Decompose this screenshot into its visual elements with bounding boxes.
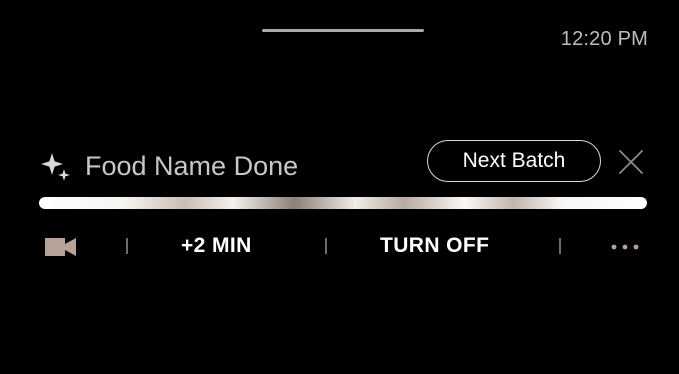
- cooking-progress-bar: [39, 197, 647, 209]
- close-icon[interactable]: [617, 148, 645, 176]
- drawer-handle[interactable]: [262, 29, 424, 32]
- next-batch-label: Next Batch: [462, 149, 566, 172]
- oven-status-screen: 12:20 PM Food Name Done Next Batch +2 MI…: [0, 0, 679, 374]
- status-time: 12:20 PM: [560, 28, 648, 50]
- add-2-min-button[interactable]: +2 MIN: [181, 234, 252, 258]
- cooking-status-row: Food Name Done Next Batch: [40, 140, 648, 186]
- separator: [325, 238, 327, 254]
- sparkle-icon: [41, 153, 70, 181]
- video-camera-icon[interactable]: [45, 236, 76, 258]
- food-done-title: Food Name Done: [85, 151, 299, 181]
- more-horizontal-icon[interactable]: [611, 244, 639, 250]
- separator: [126, 238, 128, 254]
- next-batch-button[interactable]: Next Batch: [427, 140, 601, 182]
- controls-row: +2 MIN TURN OFF: [0, 230, 679, 264]
- separator: [559, 238, 561, 254]
- turn-off-button[interactable]: TURN OFF: [380, 234, 489, 258]
